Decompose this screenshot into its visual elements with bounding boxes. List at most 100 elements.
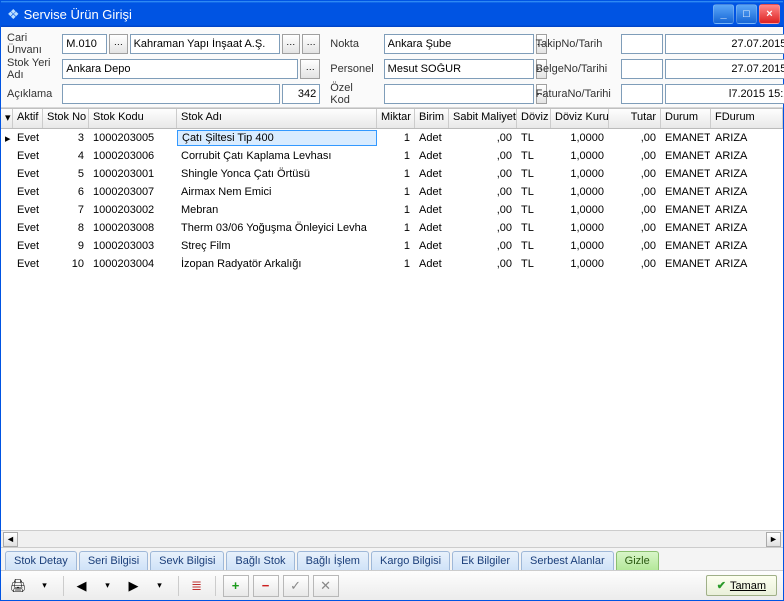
table-row[interactable]: Evet71000203002Mebran1Adet,00TL1,0000,00… xyxy=(1,201,783,219)
table-row[interactable]: Evet101000203004İzopan Radyatör Arkalığı… xyxy=(1,255,783,273)
cell-stokadi[interactable]: İzopan Radyatör Arkalığı xyxy=(177,257,377,271)
tab-bagli-stok[interactable]: Bağlı Stok xyxy=(226,551,294,570)
cell-stokno: 9 xyxy=(43,239,89,253)
nav-next-icon[interactable]: ▶ xyxy=(123,575,145,597)
confirm-button[interactable]: ✓ xyxy=(283,575,309,597)
cari-code-lookup[interactable]: ⋯ xyxy=(109,34,127,54)
maximize-button[interactable]: □ xyxy=(736,4,757,24)
cell-tutar: ,00 xyxy=(609,131,661,145)
cell-miktar: 1 xyxy=(377,149,415,163)
cell-stokadi[interactable]: Shingle Yonca Çatı Örtüsü xyxy=(177,167,377,181)
nokta-label: Nokta xyxy=(330,38,359,50)
nokta-input[interactable] xyxy=(384,34,534,54)
col-stokadi[interactable]: Stok Adı xyxy=(177,109,377,128)
belge-tarih-input[interactable] xyxy=(665,59,784,79)
cell-stokkodu: 1000203005 xyxy=(89,131,177,145)
cell-durum: EMANET xyxy=(661,239,711,253)
col-aktif[interactable]: Aktif xyxy=(13,109,43,128)
title-bar[interactable]: ❖ Servise Ürün Girişi _ □ × xyxy=(1,1,783,27)
col-durum[interactable]: Durum xyxy=(661,109,711,128)
cell-tutar: ,00 xyxy=(609,167,661,181)
cell-stokno: 3 xyxy=(43,131,89,145)
list-icon[interactable]: ≣ xyxy=(186,575,208,597)
col-miktar[interactable]: Miktar xyxy=(377,109,415,128)
cell-fdurum: ARIZA xyxy=(711,257,783,271)
tab-gizle[interactable]: Gizle xyxy=(616,551,659,570)
takip-tarih-input[interactable] xyxy=(665,34,784,54)
tab-kargo[interactable]: Kargo Bilgisi xyxy=(371,551,450,570)
table-row[interactable]: Evet41000203006Corrubit Çatı Kaplama Lev… xyxy=(1,147,783,165)
tab-sevk[interactable]: Sevk Bilgisi xyxy=(150,551,224,570)
cell-stokno: 6 xyxy=(43,185,89,199)
cell-kur: 1,0000 xyxy=(551,257,609,271)
row-marker-header[interactable]: ▾ xyxy=(1,109,13,128)
table-row[interactable]: Evet51000203001Shingle Yonca Çatı Örtüsü… xyxy=(1,165,783,183)
cell-durum: EMANET xyxy=(661,221,711,235)
ozel-kod-input[interactable] xyxy=(384,84,534,104)
aciklama-num[interactable] xyxy=(282,84,320,104)
cell-aktif: Evet xyxy=(13,257,43,271)
cell-kur: 1,0000 xyxy=(551,167,609,181)
fatura-tarih-input[interactable] xyxy=(665,84,784,104)
scroll-right-icon[interactable]: ► xyxy=(766,532,781,547)
cari-name-input[interactable] xyxy=(130,34,280,54)
table-row[interactable]: Evet81000203008Therm 03/06 Yoğuşma Önley… xyxy=(1,219,783,237)
minimize-button[interactable]: _ xyxy=(713,4,734,24)
nav-first-icon[interactable]: ◀ xyxy=(71,575,93,597)
cell-stokadi[interactable]: Airmax Nem Emici xyxy=(177,185,377,199)
cell-stokadi[interactable]: Streç Film xyxy=(177,239,377,253)
cari-name-lookup[interactable]: ⋯ xyxy=(282,34,300,54)
tab-bagli-islem[interactable]: Bağlı İşlem xyxy=(297,551,369,570)
row-marker xyxy=(1,155,13,157)
tab-seri[interactable]: Seri Bilgisi xyxy=(79,551,148,570)
cell-kur: 1,0000 xyxy=(551,203,609,217)
cell-kur: 1,0000 xyxy=(551,149,609,163)
delete-button[interactable]: − xyxy=(253,575,279,597)
cari-extra-lookup[interactable]: ⋯ xyxy=(302,34,320,54)
cell-aktif: Evet xyxy=(13,131,43,145)
tamam-button[interactable]: ✔ Tamam xyxy=(706,575,777,596)
table-row[interactable]: Evet91000203003Streç Film1Adet,00TL1,000… xyxy=(1,237,783,255)
nav-first-dropdown[interactable]: ▾ xyxy=(97,575,119,597)
col-birim[interactable]: Birim xyxy=(415,109,449,128)
tab-stok-detay[interactable]: Stok Detay xyxy=(5,551,77,570)
belge-no-input[interactable] xyxy=(621,59,663,79)
cell-miktar: 1 xyxy=(377,203,415,217)
col-tutar[interactable]: Tutar xyxy=(609,109,661,128)
col-sabit[interactable]: Sabit Maliyet xyxy=(449,109,517,128)
print-dropdown-icon[interactable]: ▾ xyxy=(34,575,56,597)
cell-stokadi[interactable]: Corrubit Çatı Kaplama Levhası xyxy=(177,149,377,163)
cell-sabit: ,00 xyxy=(449,239,517,253)
tab-ek[interactable]: Ek Bilgiler xyxy=(452,551,519,570)
col-kur[interactable]: Döviz Kuru xyxy=(551,109,609,128)
cell-aktif: Evet xyxy=(13,185,43,199)
tab-serbest[interactable]: Serbest Alanlar xyxy=(521,551,614,570)
cari-code-input[interactable] xyxy=(62,34,107,54)
print-icon[interactable]: 🖨 xyxy=(7,575,30,597)
table-row[interactable]: ▸Evet31000203005Çatı Şiltesi Tip 4001Ade… xyxy=(1,129,783,147)
nav-next-dropdown[interactable]: ▾ xyxy=(149,575,171,597)
belge-label: BelgeNo/Tarihi xyxy=(536,63,608,75)
personel-input[interactable] xyxy=(384,59,534,79)
aciklama-input[interactable] xyxy=(62,84,280,104)
cancel-button[interactable]: ✕ xyxy=(313,575,339,597)
table-row[interactable]: Evet61000203007Airmax Nem Emici1Adet,00T… xyxy=(1,183,783,201)
horizontal-scrollbar[interactable]: ◄ ► xyxy=(1,530,783,547)
close-button[interactable]: × xyxy=(759,4,780,24)
takip-no-input[interactable] xyxy=(621,34,663,54)
col-doviz[interactable]: Döviz xyxy=(517,109,551,128)
cell-stokadi[interactable]: Therm 03/06 Yoğuşma Önleyici Levha xyxy=(177,221,377,235)
stok-yeri-input[interactable] xyxy=(62,59,298,79)
cell-stokadi[interactable]: Çatı Şiltesi Tip 400 xyxy=(177,130,377,146)
scroll-left-icon[interactable]: ◄ xyxy=(3,532,18,547)
stok-yeri-lookup[interactable]: ⋯ xyxy=(300,59,320,79)
stok-yeri-label: Stok Yeri Adı xyxy=(7,57,52,81)
col-stokkodu[interactable]: Stok Kodu xyxy=(89,109,177,128)
col-stokno[interactable]: Stok No xyxy=(43,109,89,128)
grid-body[interactable]: ▸Evet31000203005Çatı Şiltesi Tip 4001Ade… xyxy=(1,129,783,530)
add-button[interactable]: + xyxy=(223,575,249,597)
col-fdurum[interactable]: FDurum xyxy=(711,109,783,128)
fatura-no-input[interactable] xyxy=(621,84,663,104)
cell-stokadi[interactable]: Mebran xyxy=(177,203,377,217)
cell-doviz: TL xyxy=(517,239,551,253)
